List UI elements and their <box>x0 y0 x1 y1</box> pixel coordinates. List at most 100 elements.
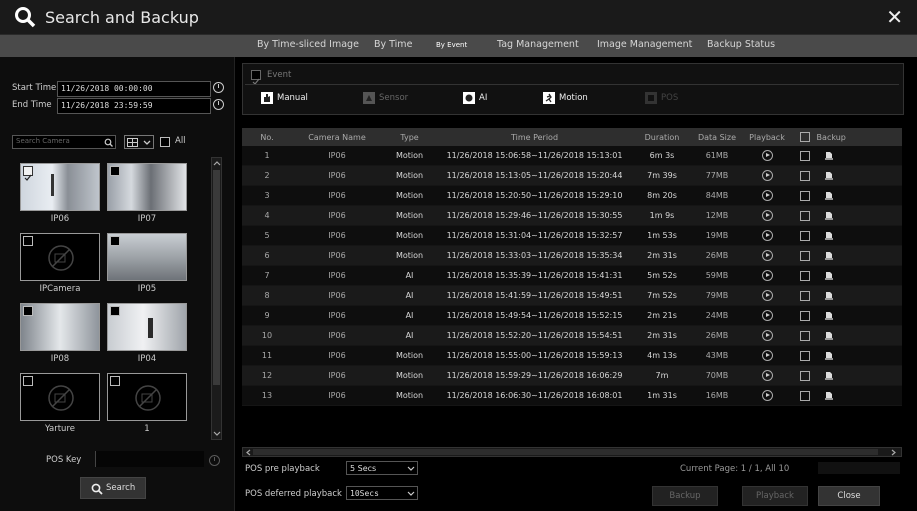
pos-deferred-playback-select[interactable]: 10Secs <box>346 486 418 500</box>
row-checkbox[interactable] <box>800 390 810 401</box>
row-checkbox[interactable] <box>800 370 810 381</box>
camera-checkbox[interactable] <box>23 376 33 386</box>
tab-image-management[interactable]: Image Management <box>597 39 692 50</box>
tab-tag-management[interactable]: Tag Management <box>497 39 579 50</box>
backup-icon[interactable] <box>824 271 834 281</box>
tab-backup-status[interactable]: Backup Status <box>707 39 775 50</box>
column-header[interactable]: Camera Name <box>292 128 382 146</box>
clock-icon[interactable] <box>213 82 224 93</box>
table-row[interactable]: 9 IP06 AI 11/26/2018 15:49:54~11/26/2018 15… <box>242 305 902 326</box>
play-icon[interactable] <box>761 270 773 281</box>
table-row[interactable]: 7 IP06 AI 11/26/2018 15:35:39~11/26/2018 15… <box>242 265 902 286</box>
end-time-field[interactable]: 11/26/2018 23:59:59 <box>57 98 211 114</box>
camera-checkbox[interactable] <box>110 236 120 246</box>
tab-by-event[interactable]: By Event <box>436 41 467 49</box>
backup-button[interactable]: Backup <box>652 486 718 506</box>
row-checkbox[interactable] <box>800 170 810 181</box>
backup-icon[interactable] <box>824 231 834 241</box>
camera-thumbnail[interactable] <box>20 373 100 421</box>
chevron-left-icon[interactable] <box>245 449 251 456</box>
backup-icon[interactable] <box>824 371 834 381</box>
row-checkbox[interactable] <box>800 210 810 221</box>
camera-list-scrollbar[interactable] <box>211 157 222 440</box>
column-header[interactable]: Playback <box>742 128 792 146</box>
pos-pre-playback-select[interactable]: 5 Secs <box>346 461 418 475</box>
scrollbar-thumb[interactable] <box>213 170 220 385</box>
close-button[interactable]: Close <box>818 486 880 506</box>
play-icon[interactable] <box>761 230 773 241</box>
backup-icon[interactable] <box>824 171 834 181</box>
table-row[interactable]: 8 IP06 AI 11/26/2018 15:41:59~11/26/2018 15… <box>242 285 902 306</box>
play-icon[interactable] <box>761 350 773 361</box>
camera-checkbox[interactable] <box>110 306 120 316</box>
camera-checkbox[interactable] <box>23 306 33 316</box>
row-checkbox[interactable] <box>800 310 810 321</box>
camera-checkbox[interactable] <box>110 376 120 386</box>
backup-icon[interactable] <box>824 351 834 361</box>
select-all-backup-checkbox[interactable] <box>800 132 810 142</box>
row-checkbox[interactable] <box>800 250 810 261</box>
table-row[interactable]: 3 IP06 Motion 11/26/2018 15:20:50~11/26/201… <box>242 185 902 206</box>
camera-thumbnail[interactable] <box>20 163 100 211</box>
play-icon[interactable] <box>761 390 773 401</box>
play-icon[interactable] <box>761 290 773 301</box>
row-checkbox[interactable] <box>800 330 810 341</box>
table-row[interactable]: 10 IP06 AI 11/26/2018 15:52:20~11/26/2018 1… <box>242 325 902 346</box>
camera-checkbox[interactable] <box>110 166 120 176</box>
play-icon[interactable] <box>761 250 773 261</box>
row-checkbox[interactable] <box>800 230 810 241</box>
row-checkbox[interactable] <box>800 150 810 161</box>
row-checkbox[interactable] <box>800 190 810 201</box>
camera-thumbnail[interactable] <box>107 303 187 351</box>
backup-icon[interactable] <box>824 311 834 321</box>
event-checkbox[interactable] <box>251 70 261 85</box>
view-layout-dropdown[interactable] <box>124 135 154 149</box>
camera-checkbox[interactable] <box>23 236 33 246</box>
scrollbar-thumb[interactable] <box>253 449 878 455</box>
table-row[interactable]: 11 IP06 Motion 11/26/2018 15:55:00~11/26/20… <box>242 345 902 366</box>
table-row[interactable]: 4 IP06 Motion 11/26/2018 15:29:46~11/26/201… <box>242 205 902 226</box>
play-icon[interactable] <box>761 170 773 181</box>
clock-icon[interactable] <box>213 99 224 110</box>
play-icon[interactable] <box>761 310 773 321</box>
chevron-right-icon[interactable] <box>891 449 897 456</box>
play-icon[interactable] <box>761 210 773 221</box>
playback-button[interactable]: Playback <box>742 486 808 506</box>
page-navigation[interactable] <box>818 462 900 474</box>
start-time-field[interactable]: 11/26/2018 00:00:00 <box>57 81 211 97</box>
play-icon[interactable] <box>761 190 773 201</box>
camera-thumbnail[interactable] <box>20 303 100 351</box>
row-checkbox[interactable] <box>800 270 810 281</box>
camera-search-input[interactable]: Search Camera <box>12 135 116 149</box>
camera-checkbox[interactable] <box>23 166 33 181</box>
horizontal-scrollbar[interactable] <box>242 447 902 457</box>
clock-icon[interactable] <box>209 455 220 466</box>
backup-icon[interactable] <box>824 151 834 161</box>
table-row[interactable]: 13 IP06 Motion 11/26/2018 16:06:30~11/26/20… <box>242 385 902 406</box>
table-row[interactable]: 2 IP06 Motion 11/26/2018 15:13:05~11/26/201… <box>242 165 902 186</box>
play-icon[interactable] <box>761 330 773 341</box>
camera-thumbnail[interactable] <box>107 233 187 281</box>
search-icon[interactable] <box>104 138 113 147</box>
backup-icon[interactable] <box>824 331 834 341</box>
row-checkbox[interactable] <box>800 290 810 301</box>
tab-by-time[interactable]: By Time <box>374 39 412 50</box>
backup-icon[interactable] <box>824 291 834 301</box>
table-row[interactable]: 12 IP06 Motion 11/26/2018 15:59:29~11/26/20… <box>242 365 902 386</box>
chevron-down-icon[interactable] <box>213 431 221 437</box>
backup-icon[interactable] <box>824 191 834 201</box>
play-icon[interactable] <box>761 150 773 161</box>
table-row[interactable]: 6 IP06 Motion 11/26/2018 15:33:03~11/26/201… <box>242 245 902 266</box>
backup-icon[interactable] <box>824 391 834 401</box>
search-button[interactable]: Search <box>80 477 146 499</box>
column-header[interactable]: Duration <box>632 128 692 146</box>
column-header[interactable]: No. <box>242 128 292 146</box>
pos-key-input[interactable] <box>95 451 204 467</box>
play-icon[interactable] <box>761 370 773 381</box>
backup-icon[interactable] <box>824 211 834 221</box>
camera-thumbnail[interactable] <box>20 233 100 281</box>
chevron-up-icon[interactable] <box>213 160 221 166</box>
row-checkbox[interactable] <box>800 350 810 361</box>
camera-thumbnail[interactable] <box>107 373 187 421</box>
column-header[interactable]: Data Size <box>692 128 742 146</box>
